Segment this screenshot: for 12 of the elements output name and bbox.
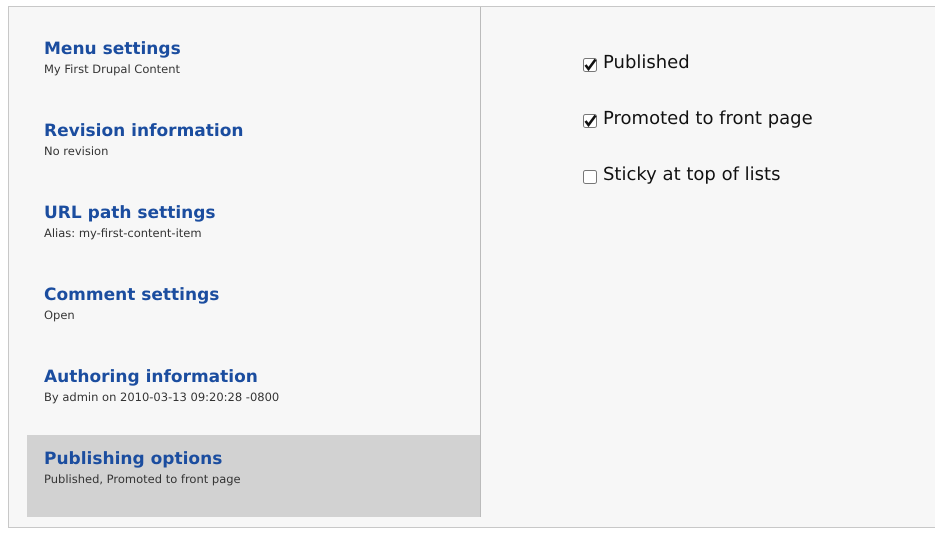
vertical-tab[interactable]: Comment settings Open (27, 271, 480, 353)
checkbox[interactable] (583, 114, 597, 128)
vertical-tab[interactable]: URL path settings Alias: my-first-content-item (27, 189, 480, 271)
vertical-tab[interactable]: Revision information No revision (27, 107, 480, 189)
checkbox-label[interactable]: Promoted to front page (603, 108, 813, 129)
checkbox-label[interactable]: Sticky at top of lists (603, 164, 780, 185)
checkbox[interactable] (583, 58, 597, 72)
vertical-tab[interactable]: Menu settings My First Drupal Content (27, 25, 480, 107)
vertical-tab[interactable]: Publishing options Published, Promoted to front page (27, 435, 480, 517)
vertical-tab[interactable]: Authoring information By admin on 2010-03-13 09:20:28 -0800 (27, 353, 480, 435)
checkbox[interactable] (583, 170, 597, 184)
checkbox-label[interactable]: Published (603, 52, 690, 73)
